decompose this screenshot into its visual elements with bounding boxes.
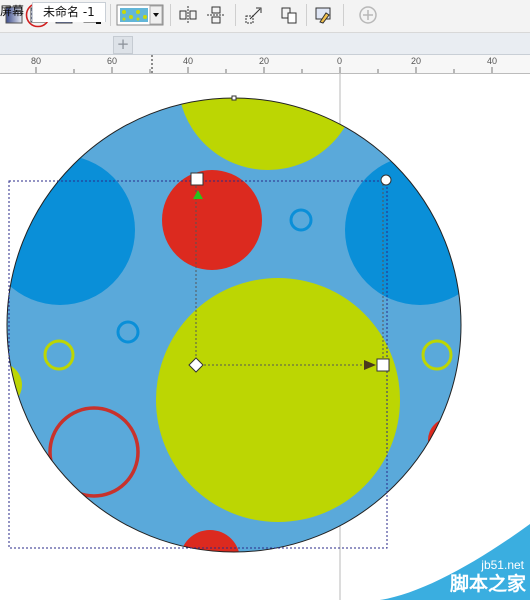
ruler-label: 80 [31,56,42,66]
mirror-icon[interactable] [277,3,301,27]
node-handle [231,95,237,101]
drawing-canvas[interactable] [0,74,530,600]
tab-untitled-document[interactable]: 未命名 -1 [32,2,106,22]
ruler-label: 0 [337,56,343,66]
tab-screen[interactable]: 屏幕 [0,2,24,21]
transform-icon[interactable] [242,3,266,27]
ruler-label: 40 [183,56,194,66]
watermark-text: 脚本之家 [449,573,526,595]
ruler-label: 40 [487,56,498,66]
pattern-handle-right[interactable] [376,358,390,372]
add-icon[interactable] [356,3,380,27]
align-horizontal-icon[interactable] [176,3,200,27]
pattern-filled-circle[interactable] [0,74,495,590]
align-vertical-icon[interactable] [204,3,228,27]
horizontal-ruler[interactable]: 80 60 40 20 0 20 40 [0,55,530,74]
ruler-label: 60 [107,56,118,66]
edit-fill-icon[interactable] [312,3,336,27]
new-tab-button[interactable]: + [113,36,133,54]
watermark: jb51.net 脚本之家 [380,524,530,600]
pattern-handle-top[interactable] [190,172,204,186]
pattern-swatch-dropdown[interactable] [116,3,164,27]
ruler-label: 20 [259,56,270,66]
document-tab-bar [0,33,530,55]
ruler-label: 20 [411,56,422,66]
rotate-handle[interactable] [380,174,392,186]
